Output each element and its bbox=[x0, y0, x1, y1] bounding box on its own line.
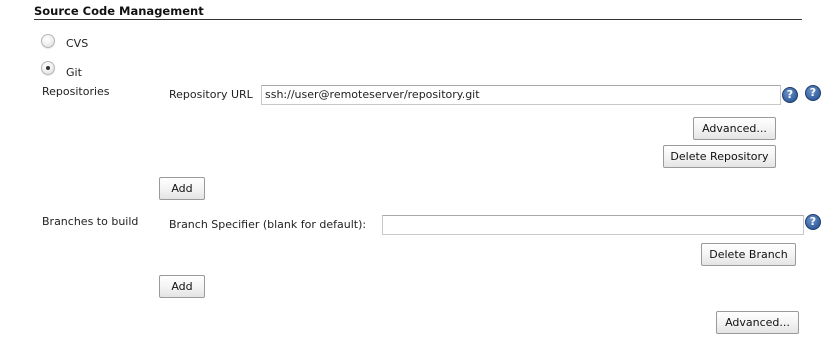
branches-to-build-label: Branches to build bbox=[42, 215, 139, 228]
branch-specifier-label: Branch Specifier (blank for default): bbox=[169, 218, 367, 231]
add-repository-button[interactable]: Add bbox=[159, 177, 205, 200]
delete-branch-button[interactable]: Delete Branch bbox=[701, 243, 796, 266]
repository-url-help-icon[interactable]: ? bbox=[782, 87, 798, 103]
repositories-help-icon[interactable]: ? bbox=[805, 85, 821, 101]
section-title: Source Code Management bbox=[34, 4, 204, 18]
scm-advanced-button[interactable]: Advanced... bbox=[716, 311, 799, 334]
delete-repository-button[interactable]: Delete Repository bbox=[663, 145, 776, 168]
cvs-radio-button[interactable] bbox=[41, 34, 55, 48]
git-radio-button[interactable] bbox=[41, 61, 55, 75]
git-radio-label[interactable]: Git bbox=[66, 66, 82, 79]
add-branch-button[interactable]: Add bbox=[159, 275, 205, 298]
repository-advanced-button[interactable]: Advanced... bbox=[693, 117, 776, 140]
branch-specifier-input[interactable] bbox=[382, 215, 804, 235]
repositories-label: Repositories bbox=[42, 85, 110, 98]
repository-url-input[interactable]: ssh://user@remoteserver/repository.git bbox=[261, 85, 781, 105]
section-divider bbox=[34, 19, 802, 20]
branch-specifier-help-icon[interactable]: ? bbox=[805, 214, 821, 230]
repository-url-label: Repository URL bbox=[169, 88, 253, 101]
cvs-radio-label[interactable]: CVS bbox=[66, 37, 88, 50]
radio-selected-dot bbox=[46, 66, 50, 70]
